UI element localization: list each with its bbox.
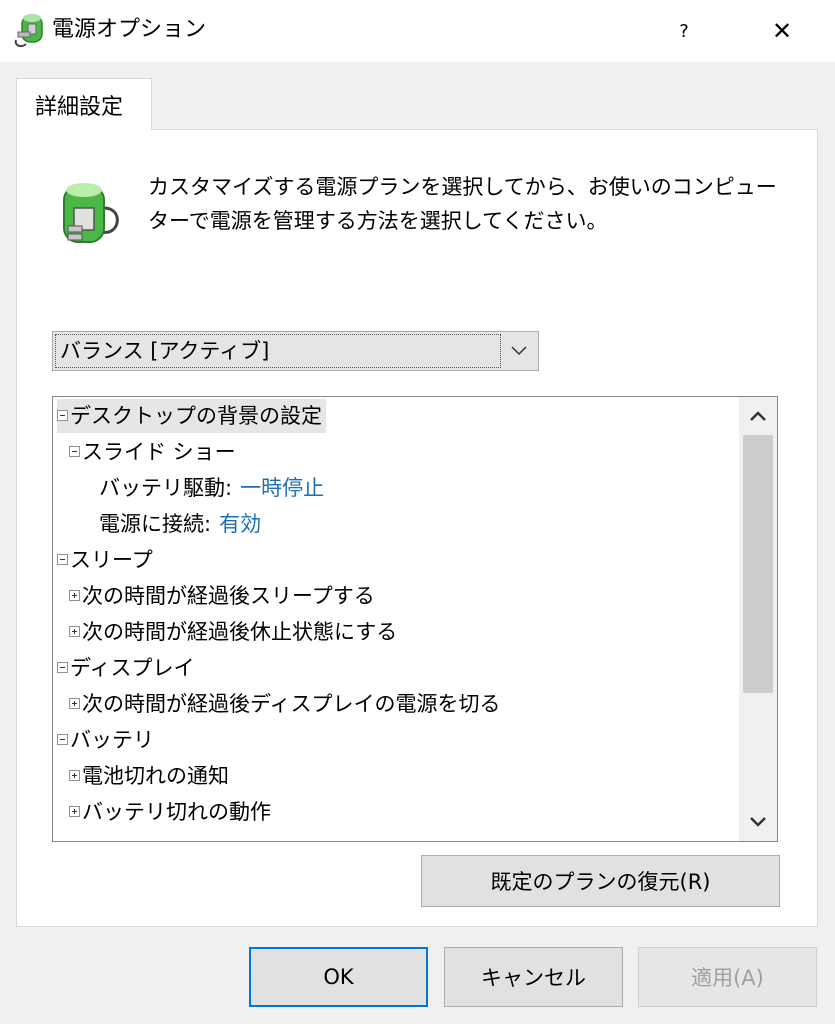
battery-plug-icon xyxy=(12,10,48,50)
tree-item-sleep[interactable]: スリープ xyxy=(57,543,153,577)
description-text: カスタマイズする電源プランを選択してから、お使いのコンピューターで電源を管理する… xyxy=(148,175,777,233)
help-button[interactable]: ? xyxy=(654,10,714,52)
tree-item-label: 次の時間が経過後スリープする xyxy=(82,584,375,608)
tree-item-label: 次の時間が経過後ディスプレイの電源を切る xyxy=(82,692,501,716)
ok-button[interactable]: OK xyxy=(249,947,428,1007)
setting-value-link[interactable]: 有効 xyxy=(219,512,261,536)
tab-label: 詳細設定 xyxy=(35,95,124,120)
scrollbar-thumb[interactable] xyxy=(743,435,773,693)
expand-icon[interactable] xyxy=(69,589,80,601)
tree-item-on-battery[interactable]: バッテリ駆動: 一時停止 xyxy=(99,471,324,505)
tree-item-desktop-background[interactable]: デスクトップの背景の設定 xyxy=(57,399,326,433)
window-title: 電源オプション xyxy=(52,17,207,42)
close-button[interactable]: ✕ xyxy=(752,10,812,52)
tree-item-label: スリープ xyxy=(70,548,153,572)
collapse-icon[interactable] xyxy=(57,733,68,745)
tree-item-display[interactable]: ディスプレイ xyxy=(57,651,195,685)
expand-icon[interactable] xyxy=(69,697,80,709)
tree-item-hibernate-after[interactable]: 次の時間が経過後休止状態にする xyxy=(69,615,397,649)
apply-button[interactable]: 適用(A) xyxy=(638,947,817,1007)
power-options-dialog: 電源オプション ? ✕ 詳細設定 カスタマイズする電源プランを選択してから、お使… xyxy=(0,0,835,1024)
restore-defaults-button[interactable]: 既定のプランの復元(R) xyxy=(421,855,780,907)
tree-item-label: 電源に接続: xyxy=(99,512,212,536)
chevron-down-icon[interactable] xyxy=(739,805,777,839)
vertical-scrollbar[interactable] xyxy=(739,397,777,841)
settings-tree[interactable]: デスクトップの背景の設定 スライド ショー バッテリ駆動: 一時停止 電源に接続:… xyxy=(52,396,778,842)
tree-item-label: 次の時間が経過後休止状態にする xyxy=(82,620,398,644)
expand-icon[interactable] xyxy=(69,769,80,781)
tree-item-battery-notification[interactable]: 電池切れの通知 xyxy=(69,759,229,793)
tree-item-label: デスクトップの背景の設定 xyxy=(70,404,322,428)
collapse-icon[interactable] xyxy=(57,661,68,673)
tree-item-label: バッテリ切れの動作 xyxy=(82,800,271,824)
tree-item-label: 電池切れの通知 xyxy=(82,764,229,788)
battery-plug-icon xyxy=(56,178,126,248)
tree-item-label: バッテリ駆動: xyxy=(99,476,233,500)
tab-advanced-settings[interactable]: 詳細設定 xyxy=(16,78,152,130)
tree-item-label: スライド ショー xyxy=(82,440,236,464)
tree-item-label: ディスプレイ xyxy=(70,656,195,680)
power-plan-selected: バランス [アクティブ] xyxy=(55,334,501,368)
expand-icon[interactable] xyxy=(69,805,80,817)
tree-item-sleep-after[interactable]: 次の時間が経過後スリープする xyxy=(69,579,375,613)
tree-item-label: バッテリ xyxy=(70,728,154,752)
chevron-down-icon[interactable] xyxy=(500,332,538,370)
tree-item-battery[interactable]: バッテリ xyxy=(57,723,154,757)
title-bar: 電源オプション ? ✕ xyxy=(0,0,835,62)
cancel-button[interactable]: キャンセル xyxy=(444,947,623,1007)
tree-item-display-off-after[interactable]: 次の時間が経過後ディスプレイの電源を切る xyxy=(69,687,501,721)
tree-item-slideshow[interactable]: スライド ショー xyxy=(69,435,236,469)
power-plan-dropdown[interactable]: バランス [アクティブ] xyxy=(52,331,539,371)
tree-item-critical-battery-action[interactable]: バッテリ切れの動作 xyxy=(69,795,271,829)
collapse-icon[interactable] xyxy=(57,553,68,565)
tree-item-plugged-in[interactable]: 電源に接続: 有効 xyxy=(99,507,261,541)
setting-value-link[interactable]: 一時停止 xyxy=(240,476,324,500)
expand-icon[interactable] xyxy=(69,625,80,637)
collapse-icon[interactable] xyxy=(57,409,68,421)
collapse-icon[interactable] xyxy=(69,445,80,457)
chevron-up-icon[interactable] xyxy=(739,399,777,433)
tree-content: デスクトップの背景の設定 スライド ショー バッテリ駆動: 一時停止 電源に接続:… xyxy=(53,397,739,841)
